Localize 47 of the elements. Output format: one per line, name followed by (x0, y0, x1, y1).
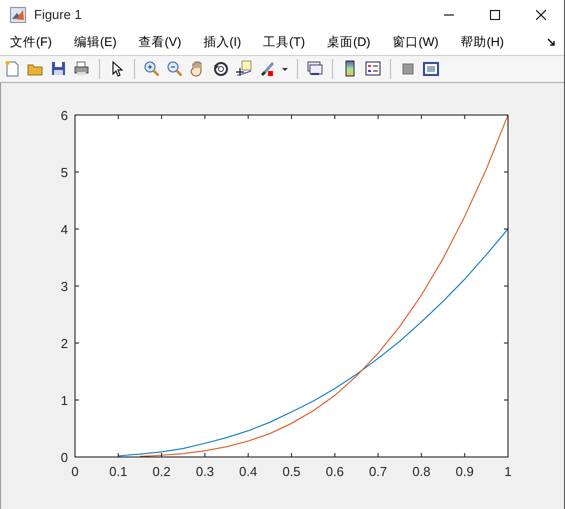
x-tick-label: 0.1 (109, 464, 128, 479)
menu-item[interactable]: 文件(F) (4, 33, 58, 52)
dock-button[interactable] (421, 59, 441, 79)
x-tick-label: 0.3 (196, 464, 214, 479)
y-tick-label: 1 (60, 393, 68, 408)
menu-item[interactable]: 编辑(E) (68, 33, 123, 52)
window-title: Figure 1 (34, 6, 82, 24)
y-tick-label: 2 (60, 336, 68, 351)
dock-icon (422, 60, 440, 78)
rotate-icon (212, 60, 230, 78)
data-cursor-icon (235, 60, 253, 78)
zoom-out-button[interactable] (165, 59, 185, 79)
menu-item[interactable]: 查看(V) (132, 33, 188, 52)
maximize-icon (490, 10, 500, 20)
x-tick-label: 0.8 (412, 464, 430, 479)
legend-icon (364, 60, 382, 78)
x-tick-label: 0.4 (239, 464, 258, 479)
caret-icon (282, 68, 288, 70)
y-tick-label: 6 (60, 108, 68, 123)
app-logo-icon (10, 7, 26, 23)
data-cursor-button[interactable] (234, 59, 254, 79)
x-tick-label: 1 (504, 464, 512, 479)
x-tick-label: 0.5 (282, 464, 301, 479)
menu-item[interactable]: 桌面(D) (321, 33, 376, 52)
rotate-button[interactable] (211, 59, 231, 79)
y-tick-label: 3 (60, 279, 68, 294)
x-tick-label: 0.9 (456, 464, 474, 479)
menu-item[interactable]: 工具(T) (257, 33, 312, 52)
x-tick-label: 0.2 (152, 464, 171, 479)
printer-icon (73, 60, 91, 78)
y-tick-label: 5 (60, 165, 68, 180)
zoom-out-icon (166, 60, 184, 78)
x-tick-label: 0 (71, 464, 79, 479)
menu-item[interactable]: 窗口(W) (386, 33, 445, 52)
zoom-in-icon (143, 60, 161, 78)
link-plot-icon (306, 60, 324, 78)
zoom-in-button[interactable] (142, 59, 162, 79)
x-tick-label: 0.6 (326, 464, 344, 479)
minimize-icon (444, 14, 454, 16)
y-tick-label: 0 (60, 450, 68, 465)
save-icon (50, 60, 68, 78)
menu-item[interactable]: 插入(I) (197, 33, 248, 52)
dock-arrow-icon[interactable] (547, 38, 556, 47)
y-tick-label: 4 (60, 222, 68, 237)
menu-item[interactable]: 帮助(H) (454, 33, 510, 52)
x-tick-label: 0.7 (369, 464, 388, 479)
close-icon (536, 10, 546, 20)
